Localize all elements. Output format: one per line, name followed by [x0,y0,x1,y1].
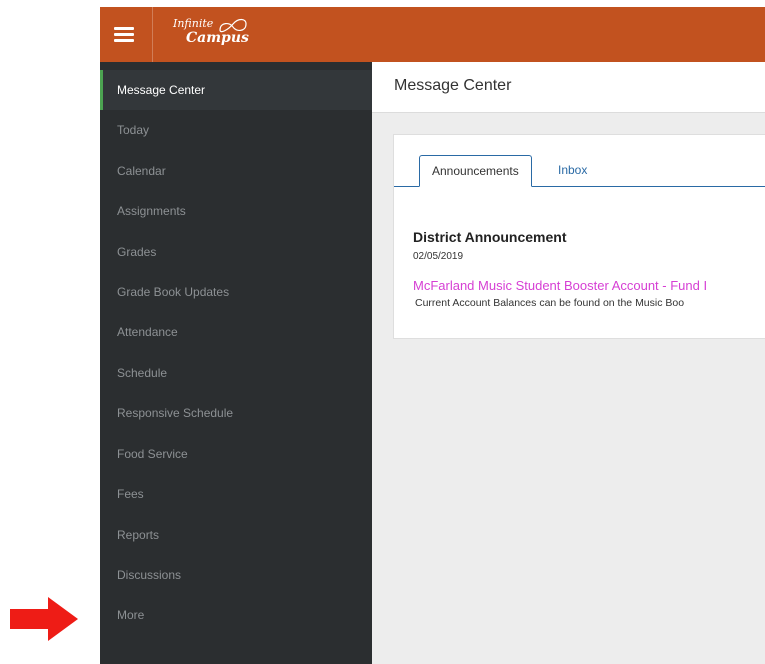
sidebar-item-fees[interactable]: Fees [100,474,372,514]
sidebar-item-message-center[interactable]: Message Center [100,70,372,110]
sidebar-item-calendar[interactable]: Calendar [100,151,372,191]
infinite-campus-logo[interactable]: Infinite Campus [164,16,294,52]
sidebar-item-more[interactable]: More [100,595,372,635]
sidebar-item-reports[interactable]: Reports [100,515,372,555]
sidebar-item-food-service[interactable]: Food Service [100,434,372,474]
announcement-title: District Announcement [413,229,567,245]
logo-infinity-icon [219,18,247,33]
tab-announcements[interactable]: Announcements [419,155,532,187]
sidebar: Message Center Today Calendar Assignment… [100,62,372,664]
sidebar-item-grade-book-updates[interactable]: Grade Book Updates [100,272,372,312]
main-content: Message Center Announcements Inbox Distr… [372,62,765,664]
page: Infinite Campus Message Center Today Cal… [0,0,765,664]
top-bar: Infinite Campus [100,7,765,62]
sidebar-item-grades[interactable]: Grades [100,232,372,272]
sidebar-item-discussions[interactable]: Discussions [100,555,372,595]
sidebar-item-schedule[interactable]: Schedule [100,353,372,393]
app-window: Infinite Campus Message Center Today Cal… [100,7,765,664]
sidebar-item-attendance[interactable]: Attendance [100,312,372,352]
hamburger-menu-icon[interactable] [114,27,134,43]
announcement-link[interactable]: McFarland Music Student Booster Account … [413,278,707,293]
red-arrow-annotation [10,597,78,641]
tab-inbox[interactable]: Inbox [546,155,599,187]
logo-text-infinite: Infinite [173,17,214,30]
page-header: Message Center [372,62,765,113]
topbar-divider [152,7,153,62]
sidebar-item-assignments[interactable]: Assignments [100,191,372,231]
announcement-body: Current Account Balances can be found on… [415,297,685,309]
announcements-card: Announcements Inbox District Announcemen… [393,134,765,339]
page-title: Message Center [394,77,512,94]
announcement-date: 02/05/2019 [413,251,464,262]
sidebar-item-today[interactable]: Today [100,110,372,150]
sidebar-item-responsive-schedule[interactable]: Responsive Schedule [100,393,372,433]
